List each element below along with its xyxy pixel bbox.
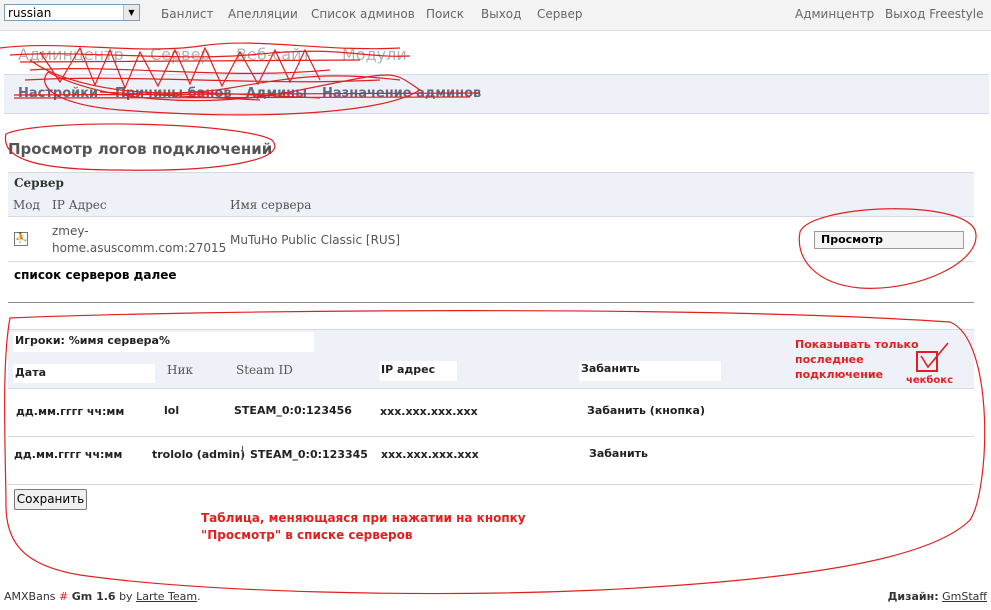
hand-drawn-markup bbox=[0, 42, 986, 595]
footer-brand: AMXBans bbox=[4, 590, 56, 603]
footer-design-label: Дизайн: bbox=[887, 590, 939, 603]
footer-period: . bbox=[197, 590, 201, 603]
footer-design-link[interactable]: GmStaff bbox=[942, 590, 987, 603]
footer-design: Дизайн: GmStaff bbox=[888, 590, 987, 603]
footer-team-link[interactable]: Larte Team bbox=[136, 590, 197, 603]
footer-version: Gm 1.6 bbox=[71, 590, 116, 603]
footer-credits: AMXBans # Gm 1.6 by Larte Team. bbox=[4, 590, 201, 603]
footer-by: by bbox=[119, 590, 133, 603]
footer-hash: # bbox=[59, 590, 69, 603]
